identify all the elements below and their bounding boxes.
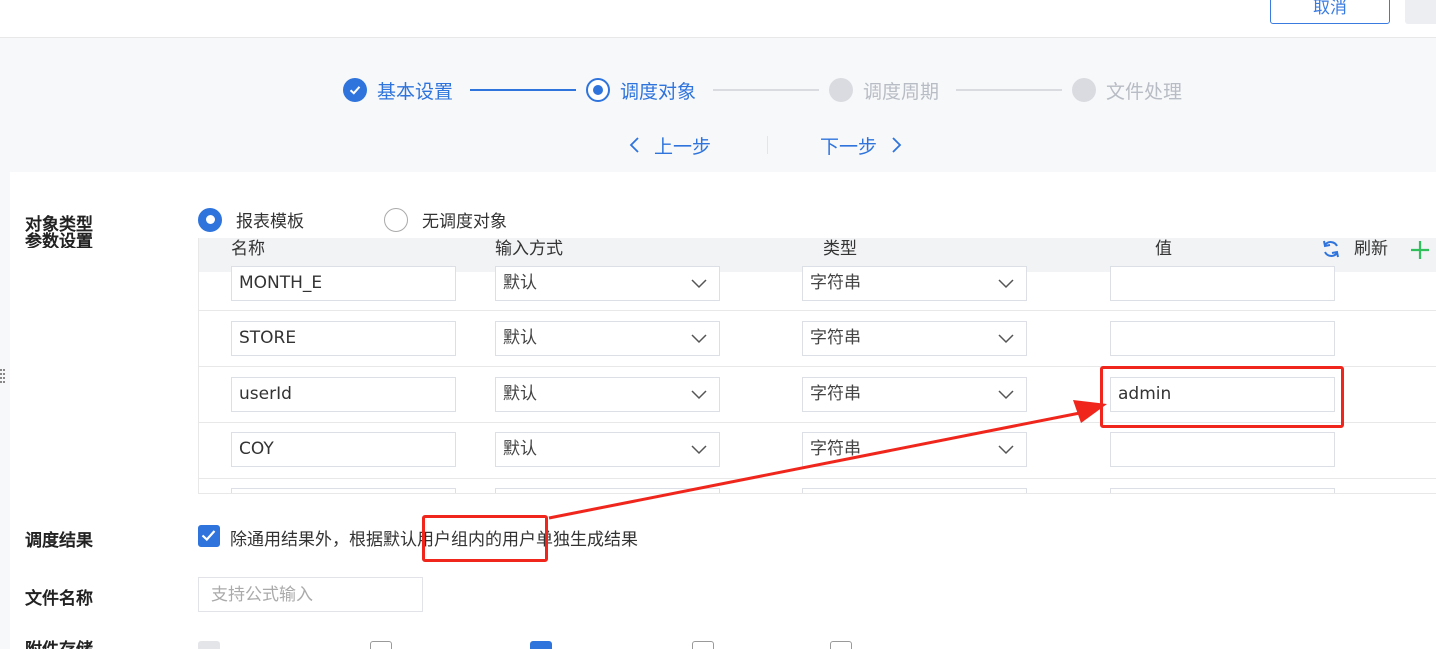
attachment-option-checkbox[interactable] <box>830 641 852 649</box>
prev-step-button[interactable]: 上一步 <box>628 130 711 160</box>
prev-step-label: 上一步 <box>654 135 712 158</box>
step-label: 基本设置 <box>377 80 454 103</box>
select-value: 默认 <box>503 328 537 348</box>
type-select[interactable]: 字符串 <box>802 266 1027 301</box>
step-connector <box>956 89 1062 91</box>
chevron-down-icon <box>691 334 707 344</box>
param-value-input[interactable] <box>1110 488 1335 493</box>
per-user-result-checkbox[interactable] <box>198 525 220 547</box>
radio-no-object[interactable]: 无调度对象 <box>384 207 507 232</box>
table-row-partial <box>199 479 1436 493</box>
file-name-input[interactable] <box>198 577 423 612</box>
attachment-option-checkbox[interactable] <box>530 641 552 649</box>
pending-step-icon <box>1072 78 1096 102</box>
param-name-input[interactable]: STORE <box>231 321 456 356</box>
table-row: MONTH_E 默认 字符串 <box>199 255 1436 311</box>
select-value: 默认 <box>503 273 537 293</box>
chevron-down-icon <box>998 279 1014 289</box>
pager-divider <box>767 136 768 154</box>
type-select[interactable]: 字符串 <box>802 432 1027 467</box>
step-label: 调度对象 <box>620 80 697 103</box>
cancel-button[interactable]: 取消 <box>1270 0 1390 24</box>
select-value: 字符串 <box>810 384 861 404</box>
radio-label: 无调度对象 <box>422 212 507 232</box>
input-mode-select[interactable]: 默认 <box>495 377 720 412</box>
param-name-input[interactable]: userId <box>231 377 456 412</box>
select-value: 字符串 <box>810 273 861 293</box>
input-mode-select[interactable] <box>495 488 720 493</box>
check-icon <box>201 530 216 542</box>
type-select[interactable]: 字符串 <box>802 321 1027 356</box>
confirm-button[interactable] <box>1405 0 1436 24</box>
next-step-label: 下一步 <box>820 135 878 158</box>
pending-step-icon <box>829 78 853 102</box>
input-mode-select[interactable]: 默认 <box>495 321 720 356</box>
step-file-processing[interactable]: 文件处理 <box>1072 72 1182 108</box>
next-step-button[interactable]: 下一步 <box>820 130 903 160</box>
attachment-storage-label: 附件存储 <box>25 640 93 649</box>
step-connector <box>470 89 576 91</box>
radio-label: 报表模板 <box>236 212 304 232</box>
chevron-down-icon <box>998 390 1014 400</box>
drag-handle-icon[interactable] <box>0 368 6 386</box>
top-bar: 取消 <box>0 0 1436 38</box>
param-name-input[interactable]: MONTH_E <box>231 266 456 301</box>
step-label: 调度周期 <box>863 80 940 103</box>
type-select[interactable] <box>802 488 1027 493</box>
select-value: 字符串 <box>810 439 861 459</box>
param-value-input[interactable] <box>1110 432 1335 467</box>
step-basic-settings[interactable]: 基本设置 <box>343 72 453 108</box>
check-icon <box>343 78 367 102</box>
attachment-option-checkbox[interactable] <box>692 641 714 649</box>
param-value-input[interactable] <box>1110 266 1335 301</box>
radio-icon <box>384 207 408 232</box>
select-value: 默认 <box>503 439 537 459</box>
step-connector <box>713 89 819 91</box>
chevron-down-icon <box>998 445 1014 455</box>
attachment-option-checkbox[interactable] <box>198 641 220 649</box>
chevron-right-icon <box>892 137 902 153</box>
schedule-result-label: 调度结果 <box>25 531 93 551</box>
chevron-down-icon <box>691 390 707 400</box>
chevron-down-icon <box>691 445 707 455</box>
param-value-input[interactable] <box>1110 321 1335 356</box>
input-mode-select[interactable]: 默认 <box>495 266 720 301</box>
file-name-label: 文件名称 <box>25 589 93 609</box>
param-name-input[interactable] <box>231 488 456 493</box>
chevron-down-icon <box>998 334 1014 344</box>
chevron-left-icon <box>629 137 639 153</box>
step-label: 文件处理 <box>1106 80 1183 103</box>
step-schedule-object[interactable]: 调度对象 <box>586 72 696 108</box>
radio-icon <box>198 207 222 232</box>
select-value: 字符串 <box>810 328 861 348</box>
table-row: STORE 默认 字符串 <box>199 311 1436 367</box>
step-indicator: 基本设置 调度对象 调度周期 文件处理 <box>0 72 1436 108</box>
input-mode-select[interactable]: 默认 <box>495 432 720 467</box>
param-settings-label: 参数设置 <box>25 232 93 248</box>
select-value: 默认 <box>503 384 537 404</box>
chevron-down-icon <box>691 279 707 289</box>
attachment-option-checkbox[interactable] <box>370 641 392 649</box>
step-schedule-period[interactable]: 调度周期 <box>829 72 939 108</box>
annotation-box-value <box>1100 366 1344 428</box>
param-name-input[interactable]: COY <box>231 432 456 467</box>
current-step-icon <box>586 78 610 102</box>
table-row: COY 默认 字符串 <box>199 423 1436 479</box>
annotation-box-text <box>422 515 548 562</box>
radio-report-template[interactable]: 报表模板 <box>198 207 304 232</box>
type-select[interactable]: 字符串 <box>802 377 1027 412</box>
